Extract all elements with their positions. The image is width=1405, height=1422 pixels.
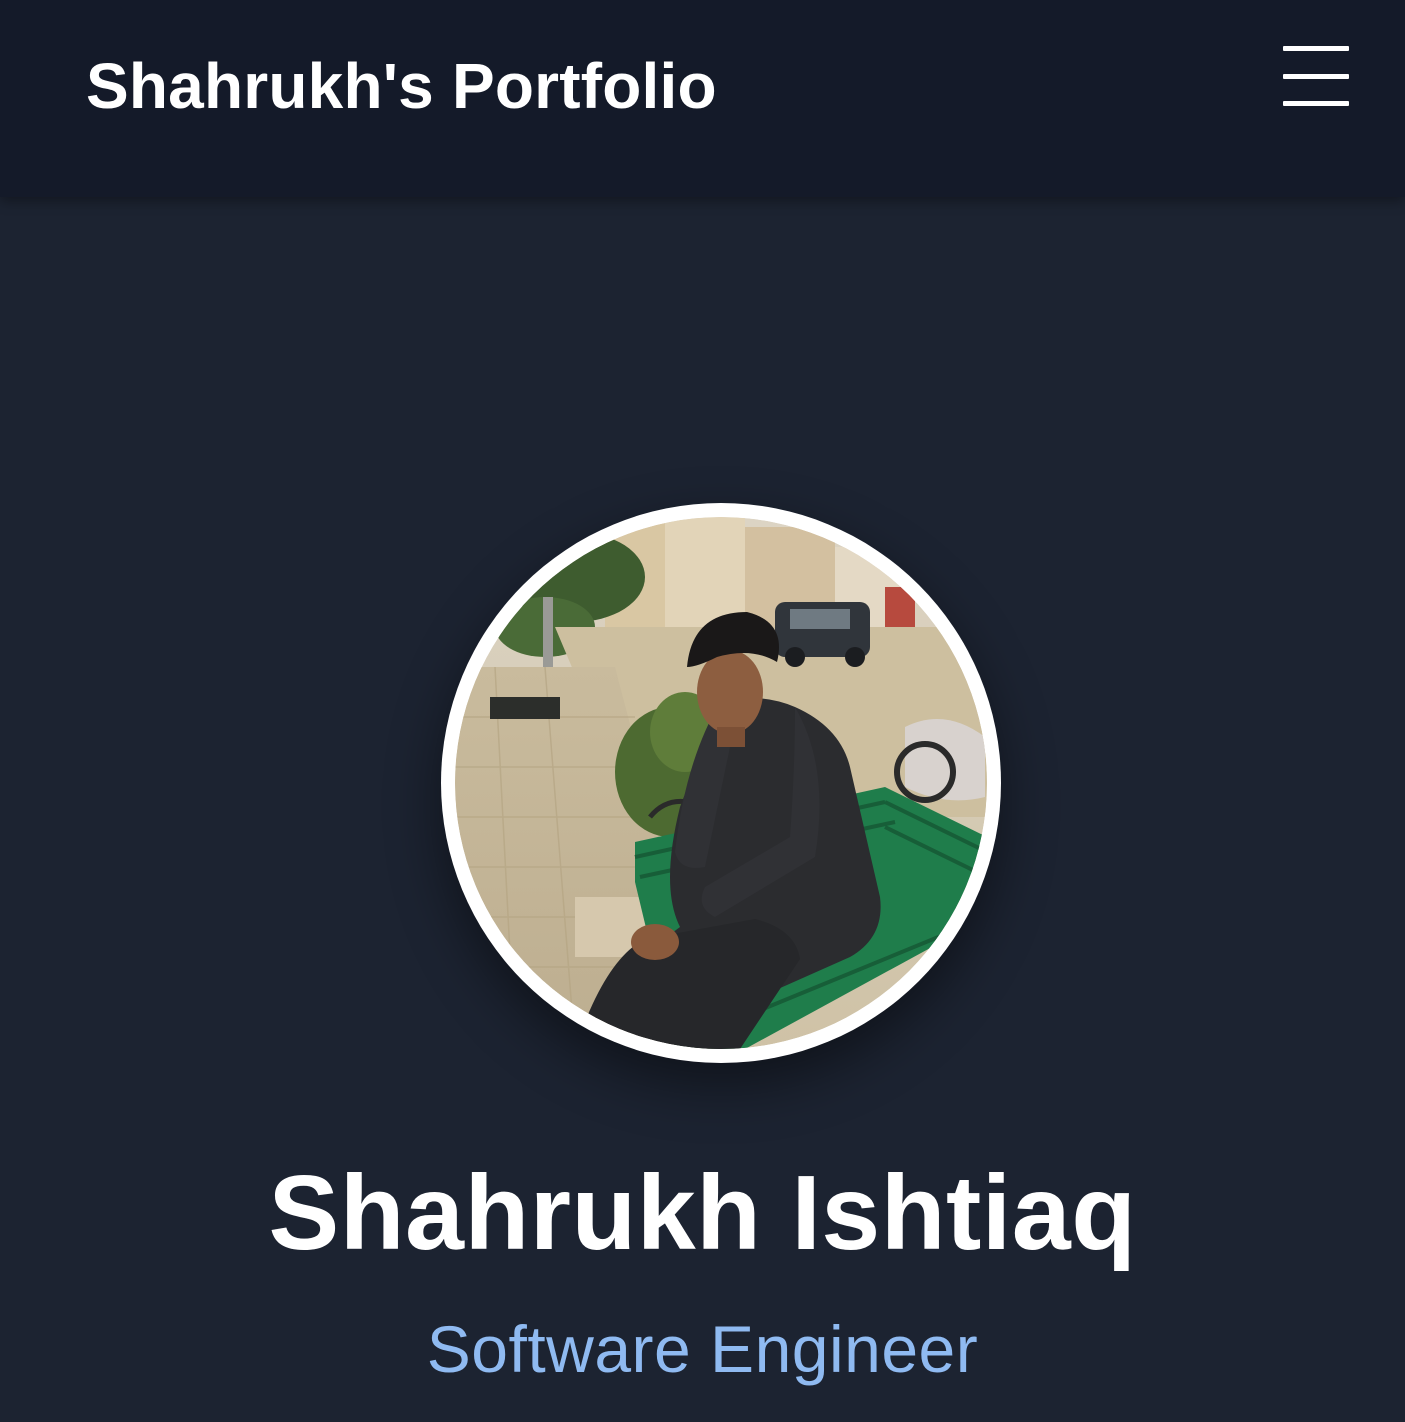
profile-name: Shahrukh Ishtiaq [268, 1154, 1137, 1272]
brand-title[interactable]: Shahrukh's Portfolio [86, 46, 717, 126]
menu-button[interactable] [1275, 36, 1357, 118]
avatar [441, 503, 1001, 1063]
profile-photo [455, 517, 987, 1049]
hamburger-menu-icon [1283, 46, 1349, 106]
profile-role: Software Engineer [426, 1312, 979, 1386]
navbar: Shahrukh's Portfolio [0, 0, 1405, 197]
hero-section: Shahrukh Ishtiaq Software Engineer [0, 197, 1405, 1422]
